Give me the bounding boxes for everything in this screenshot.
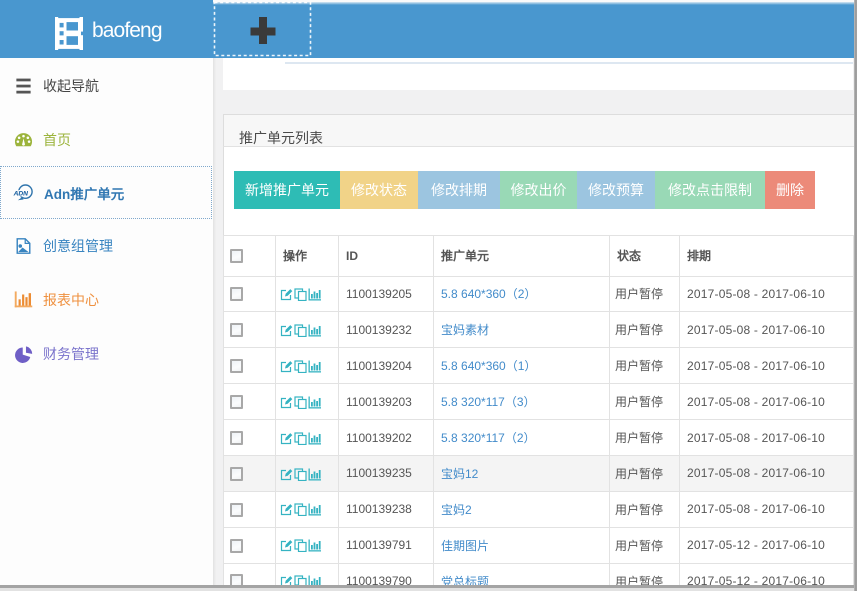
svg-text:ADN: ADN xyxy=(13,190,29,197)
